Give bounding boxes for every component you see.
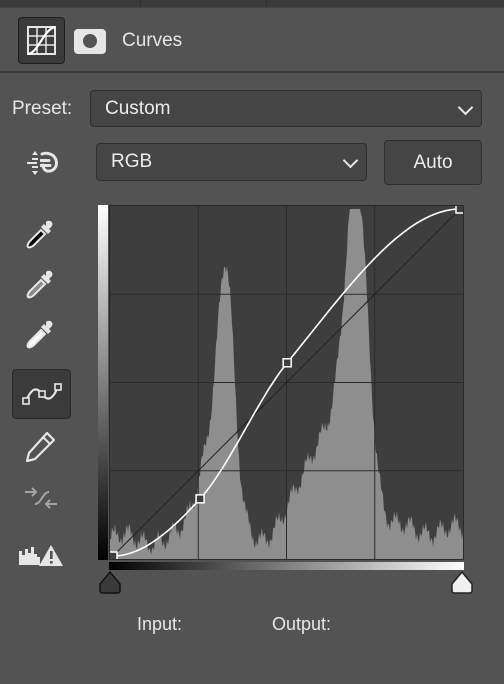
tab-strip-segment [0, 0, 141, 7]
curves-adjustment-icon [27, 25, 56, 56]
curve-point-tool[interactable] [12, 369, 71, 419]
pencil-icon [25, 431, 56, 463]
channel-value: RGB [111, 151, 153, 172]
panel-tab-strip [0, 0, 504, 8]
curves-graph[interactable] [109, 205, 464, 560]
channel-select[interactable]: RGB [96, 143, 367, 181]
layer-mask-tab[interactable] [74, 29, 106, 54]
on-image-adjust-tool[interactable] [19, 141, 63, 185]
header-divider [0, 71, 504, 73]
curve-control-point[interactable] [455, 206, 463, 214]
smooth-icon [25, 487, 57, 509]
preset-label: Preset: [12, 98, 73, 119]
auto-button[interactable]: Auto [384, 140, 482, 185]
tab-strip-segment [267, 0, 504, 7]
black-point-slider[interactable] [97, 569, 123, 595]
eyedropper-white-icon [26, 320, 53, 349]
clipping-warning-icon [19, 545, 63, 566]
curves-adjustment-tab[interactable] [18, 17, 65, 64]
target-adjust-icon [27, 151, 58, 175]
panel-title: Curves [122, 30, 183, 51]
white-point-slider[interactable] [449, 569, 475, 595]
smooth-curve-tool[interactable] [19, 476, 63, 520]
black-point-eyedropper[interactable] [19, 212, 63, 256]
chevron-down-icon [342, 152, 359, 169]
curve-control-point[interactable] [282, 358, 292, 368]
clipping-warning-toggle[interactable] [17, 533, 65, 577]
gray-point-eyedropper[interactable] [19, 262, 63, 306]
input-gradient-bar [109, 562, 464, 570]
preset-select[interactable]: Custom [90, 90, 482, 127]
pencil-draw-tool[interactable] [19, 424, 63, 468]
output-readout-label: Output: [272, 614, 332, 634]
eyedropper-black-icon [26, 220, 53, 249]
white-point-eyedropper[interactable] [19, 312, 63, 356]
curves-graph-canvas[interactable] [110, 206, 463, 559]
tab-strip-segment [141, 0, 267, 7]
eyedropper-gray-icon [26, 270, 53, 299]
chevron-down-icon [457, 99, 474, 115]
input-readout-label: Input: [137, 614, 183, 634]
output-gradient-bar [98, 205, 108, 560]
curve-edit-icon [21, 383, 62, 405]
preset-value: Custom [105, 97, 171, 119]
layer-mask-icon [83, 34, 97, 48]
curve-control-point[interactable] [110, 551, 118, 559]
curve-control-point[interactable] [195, 494, 205, 504]
